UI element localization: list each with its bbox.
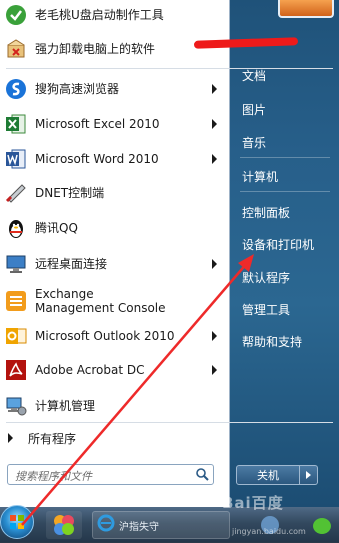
watermark-site: jingyan.baidu.com <box>232 527 306 536</box>
watermark-brand: Bai百度 <box>222 494 284 512</box>
annotation-arrow <box>21 254 254 526</box>
